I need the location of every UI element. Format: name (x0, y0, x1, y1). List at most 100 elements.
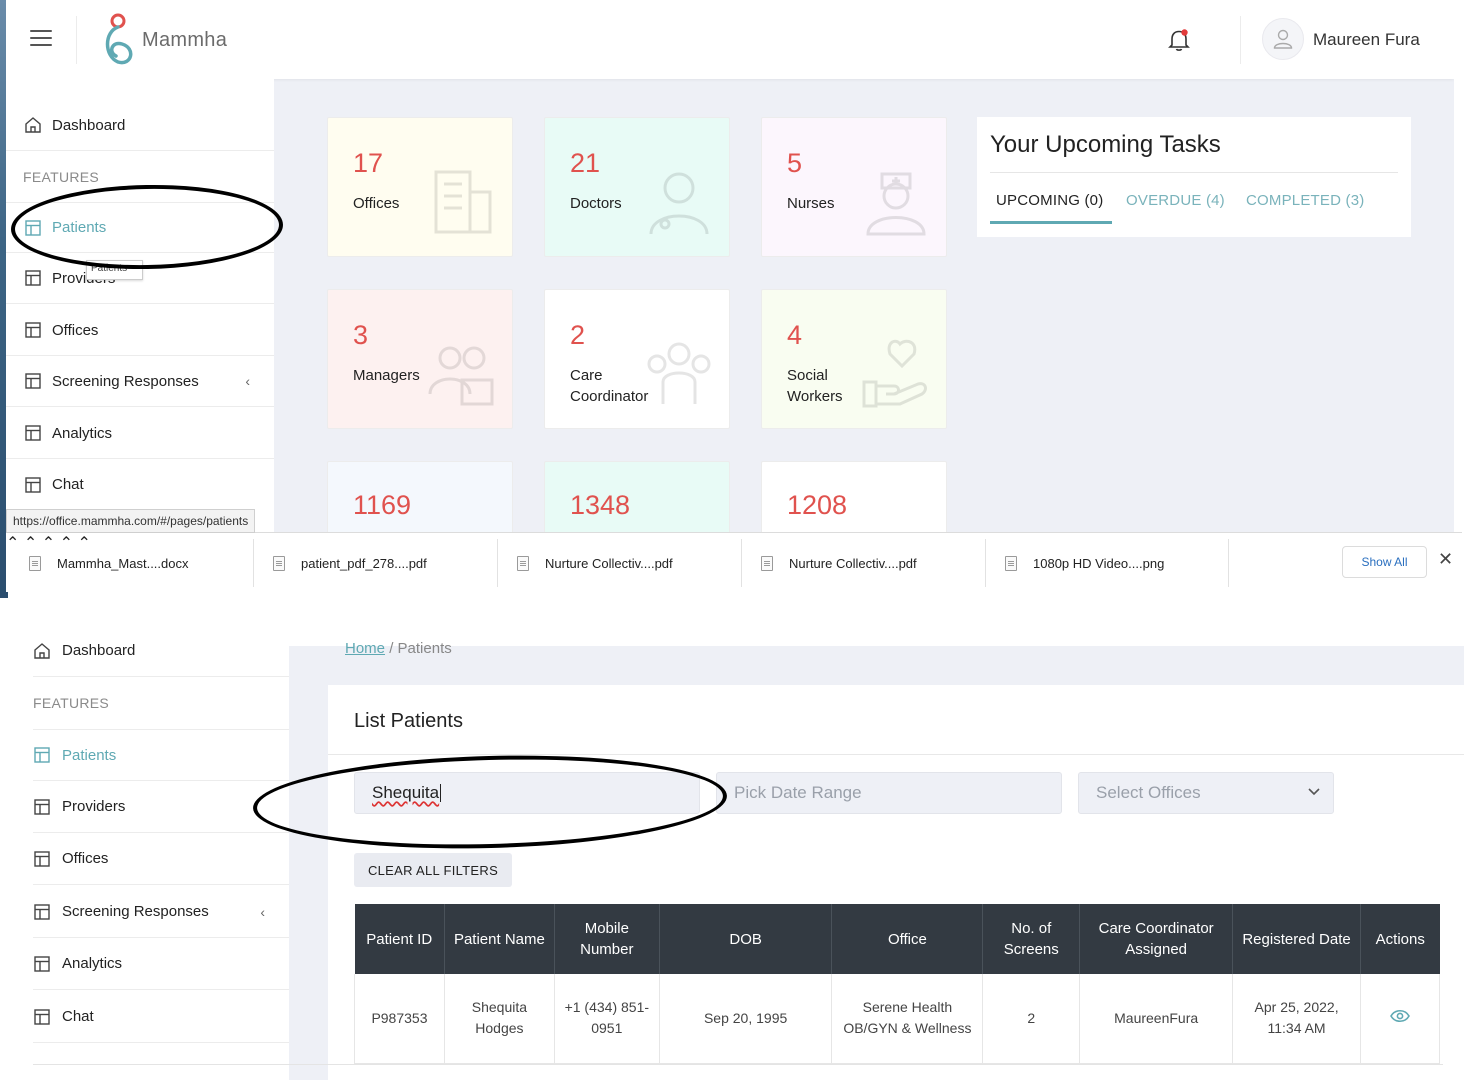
sidebar-item-patients[interactable]: Patients (33, 729, 289, 781)
table-icon (25, 425, 41, 441)
download-filename: patient_pdf_278....pdf (301, 555, 427, 571)
stat-card-doctors[interactable]: 21 Doctors (544, 117, 730, 257)
file-icon (1005, 555, 1017, 571)
chevron-up-icon[interactable]: ⌃ (6, 535, 19, 552)
tab-completed[interactable]: COMPLETED (3) (1246, 192, 1364, 209)
table-icon (25, 270, 41, 286)
table-row[interactable]: P987353 Shequita Hodges +1 (434) 851-095… (354, 974, 1440, 1064)
sidebar-item-label: Chat (62, 1008, 94, 1025)
stat-card-total-1[interactable]: 1169 (327, 461, 513, 541)
date-range-input[interactable]: Pick Date Range (716, 772, 1062, 814)
sidebar-item-screening-responses[interactable]: Screening Responses ‹ (6, 356, 274, 407)
list-patients-card: List Patients Shequita Pick Date Range S… (328, 685, 1464, 1080)
breadcrumb-home[interactable]: Home (345, 640, 385, 657)
stat-card-social-workers[interactable]: 4 Social Workers (761, 289, 947, 429)
sidebar-item-label: Screening Responses (52, 372, 199, 390)
column-header[interactable]: Mobile Number (554, 904, 660, 974)
mammha-logo-icon (105, 13, 133, 65)
sidebar-item-chat[interactable]: Chat (33, 991, 289, 1043)
user-name[interactable]: Maureen Fura (1313, 30, 1420, 50)
brand-logo[interactable]: Mammha (98, 12, 227, 68)
care-coordinator: MaureenFura (1079, 974, 1234, 1064)
status-bar-url: https://office.mammha.com/#/pages/patien… (6, 509, 256, 533)
download-item[interactable]: 1080p HD Video....png (1005, 533, 1164, 593)
stat-card-total-2[interactable]: 1348 (544, 461, 730, 541)
notification-bell-icon[interactable] (1168, 28, 1190, 52)
clear-filters-button[interactable]: CLEAR ALL FILTERS (354, 853, 512, 887)
managers-icon (428, 346, 494, 406)
tab-overdue[interactable]: OVERDUE (4) (1126, 192, 1225, 209)
stat-number: 1169 (353, 490, 412, 520)
sidebar-item-screening-responses[interactable]: Screening Responses ‹ (33, 886, 289, 938)
show-all-button[interactable]: Show All (1342, 546, 1427, 578)
sidebar-item-label: Analytics (62, 955, 123, 972)
column-header[interactable]: Patient ID (354, 904, 445, 974)
sidebar-item-chat[interactable]: Chat (6, 459, 274, 510)
tab-upcoming[interactable]: UPCOMING (0) (996, 192, 1103, 209)
avatar[interactable] (1262, 18, 1304, 60)
sidebar-item-label: Patients (52, 219, 107, 236)
close-icon[interactable]: ✕ (1438, 549, 1453, 570)
mobile-number: +1 (434) 851-0951 (554, 974, 660, 1064)
sidebar-item-label: Chat (52, 476, 84, 493)
sidebar-item-label: Offices (62, 850, 109, 867)
sidebar: Dashboard FEATURES Patients Providers Of… (6, 79, 274, 539)
eye-icon[interactable] (1390, 1008, 1410, 1029)
table-icon (25, 373, 41, 389)
date-range-placeholder: Pick Date Range (734, 783, 862, 802)
coordinator-icon (647, 342, 711, 404)
column-header[interactable]: DOB (659, 904, 833, 974)
column-header[interactable]: No. of Screens (982, 904, 1081, 974)
column-header[interactable]: Registered Date (1232, 904, 1361, 974)
active-tab-indicator (990, 221, 1112, 224)
sidebar-item-analytics[interactable]: Analytics (33, 938, 289, 990)
download-item[interactable]: Nurture Collectiv....pdf (517, 533, 673, 593)
column-header[interactable]: Patient Name (444, 904, 555, 974)
sidebar-section-features: FEATURES (33, 695, 110, 711)
doctor-icon (649, 172, 709, 235)
sidebar-item-label: Dashboard (62, 642, 136, 659)
table-icon (34, 903, 50, 920)
chevron-down-icon (1308, 788, 1320, 796)
breadcrumb-current: Patients (397, 640, 452, 657)
stat-card-care-coordinator[interactable]: 2 Care Coordinator (544, 289, 730, 429)
stat-card-managers[interactable]: 3 Managers (327, 289, 513, 429)
app-header: Mammha Maureen Fura (6, 0, 1454, 79)
download-filename: Mammha_Mast....docx (57, 555, 189, 571)
offices-select[interactable]: Select Offices (1078, 772, 1334, 814)
offices-placeholder: Select Offices (1096, 783, 1201, 802)
stat-label: Managers (353, 367, 420, 384)
search-input[interactable]: Shequita (354, 772, 700, 814)
column-header[interactable]: Office (831, 904, 984, 974)
sidebar-item-label: Providers (62, 798, 126, 815)
file-icon (273, 555, 285, 571)
breadcrumb: Home / Patients (345, 640, 452, 657)
upcoming-tasks-panel: Your Upcoming Tasks UPCOMING (0) OVERDUE… (977, 117, 1411, 237)
download-item[interactable]: Mammha_Mast....docx (29, 533, 189, 593)
download-item[interactable]: Nurture Collectiv....pdf (761, 533, 917, 593)
menu-icon[interactable] (30, 30, 52, 46)
sidebar-item-patients[interactable]: Patients (6, 202, 274, 253)
tasks-title: Your Upcoming Tasks (990, 131, 1221, 158)
sidebar-item-offices[interactable]: Offices (33, 833, 289, 885)
chevron-left-icon[interactable]: ‹ (260, 904, 265, 920)
sidebar-item-dashboard[interactable]: Dashboard (6, 100, 274, 151)
chevron-left-icon[interactable]: ‹ (245, 373, 250, 389)
sidebar-item-analytics[interactable]: Analytics (6, 408, 274, 459)
file-icon (761, 555, 773, 571)
sidebar-item-offices[interactable]: Offices (6, 305, 274, 356)
file-icon (517, 555, 529, 571)
stat-label: Offices (353, 195, 400, 212)
stat-card-offices[interactable]: 17 Offices (327, 117, 513, 257)
sidebar-item-label: Analytics (52, 424, 113, 442)
sidebar-item-label: Screening Responses (62, 903, 209, 920)
stat-card-nurses[interactable]: 5 Nurses (761, 117, 947, 257)
file-icon (29, 555, 41, 571)
sidebar-item-providers[interactable]: Providers (33, 781, 289, 833)
stat-card-total-3[interactable]: 1208 (761, 461, 947, 541)
download-item[interactable]: patient_pdf_278....pdf (273, 533, 427, 593)
stat-number: 1208 (787, 490, 848, 520)
hand-heart-icon (862, 339, 927, 408)
column-header[interactable]: Care Coordinator Assigned (1079, 904, 1234, 974)
sidebar-item-dashboard[interactable]: Dashboard (33, 630, 289, 677)
